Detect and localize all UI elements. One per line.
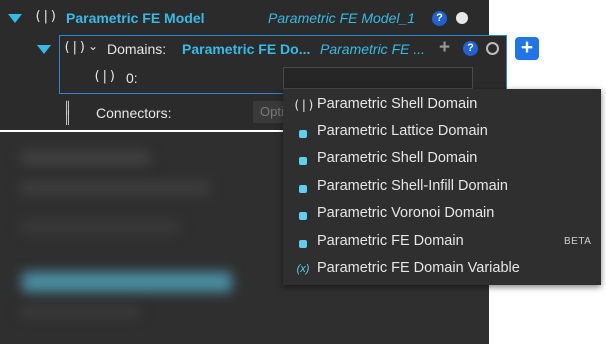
menu-item[interactable]: (|) Parametric Shell Domain [283,91,601,118]
chevron-down-icon[interactable]: ⌄ [88,39,98,53]
domains-status-ring[interactable] [486,42,499,55]
connectors-icon: ║ ║ [64,101,72,125]
add-domain-button[interactable]: + [515,37,539,60]
menu-item-label: Parametric Shell Domain [317,150,478,166]
collapse-model-icon[interactable] [8,14,22,23]
domain-type-dropdown[interactable] [283,67,473,89]
connectors-label: Connectors: [96,105,172,121]
square-icon [293,180,313,196]
variable-icon: (x) [296,263,310,275]
square-icon [293,207,313,223]
blurred-content [20,307,140,317]
domains-value[interactable]: Parametric FE Do... [182,41,310,57]
model-help-icon[interactable]: ? [432,11,447,26]
menu-item-label: Parametric FE Domain [317,233,464,249]
menu-item[interactable]: Parametric Lattice Domain [283,118,601,145]
shell-icon: (|) [293,98,315,112]
model-icon: (|) [34,9,58,24]
model-status-dot[interactable] [456,12,468,24]
square-icon [293,152,313,168]
menu-item-label: Parametric FE Domain Variable [317,260,520,276]
domain-type-menu: (|) Parametric Shell Domain Parametric L… [283,89,601,285]
add-domain-inline-icon[interactable]: + [439,37,450,59]
menu-item-label: Parametric Shell Domain [317,96,478,112]
menu-item-label: Parametric Lattice Domain [317,123,488,139]
square-icon [293,125,313,141]
model-title: Parametric FE Model [66,10,205,26]
square-icon [293,235,313,251]
domain-item-icon: (|) [93,69,117,84]
blurred-content [20,152,150,164]
collapse-domains-icon[interactable] [37,45,51,54]
menu-item-label: Parametric Voronoi Domain [317,205,495,221]
domains-name[interactable]: Parametric FE ... [320,41,425,57]
domain-item-label: 0: [126,70,138,86]
menu-item[interactable]: Parametric Voronoi Domain [283,200,601,227]
model-name[interactable]: Parametric FE Model_1 [268,10,415,26]
domains-label: Domains: [107,41,167,57]
menu-item[interactable]: (x) Parametric FE Domain Variable [283,255,601,282]
menu-item-label: Parametric Shell-Infill Domain [317,178,508,194]
domains-help-icon[interactable]: ? [463,41,478,56]
blurred-content [20,222,180,232]
menu-item[interactable]: Parametric Shell Domain [283,145,601,172]
domains-icon: (|) [63,40,87,55]
blurred-content [20,182,210,194]
menu-item[interactable]: Parametric Shell-Infill Domain [283,173,601,200]
beta-badge: BETA [564,236,592,247]
blurred-content [22,272,232,292]
menu-item[interactable]: Parametric FE Domain BETA [283,228,601,255]
